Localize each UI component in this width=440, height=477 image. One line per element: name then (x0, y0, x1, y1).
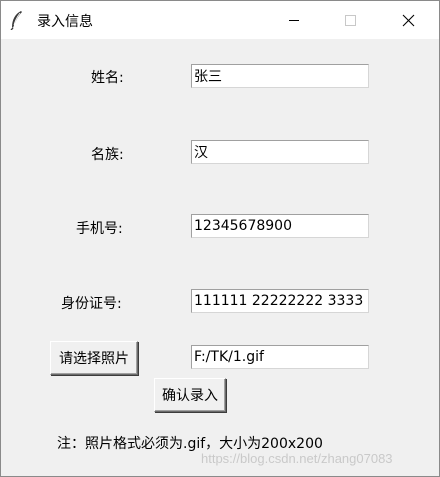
ethnicity-field[interactable] (191, 140, 369, 164)
watermark: https://blog.csdn.net/zhang07083 (201, 451, 393, 466)
name-field[interactable] (191, 64, 369, 88)
photo-format-note: 注：照片格式必须为.gif，大小为200x200 (57, 436, 323, 452)
confirm-button[interactable]: 确认录入 (154, 378, 226, 412)
phone-label: 手机号: (76, 221, 123, 237)
id-number-field[interactable] (191, 289, 369, 313)
id-number-label: 身份证号: (61, 296, 122, 312)
ethnicity-label: 名族: (91, 147, 124, 163)
minimize-button[interactable] (271, 1, 317, 39)
app-window: 录入信息 姓名: 名族: 手机号: 身份证号: 请选择照片 确认录入 (0, 0, 440, 477)
title-bar[interactable]: 录入信息 (1, 1, 439, 39)
choose-photo-button[interactable]: 请选择照片 (50, 341, 138, 375)
close-button[interactable] (385, 1, 431, 39)
minimize-icon (289, 20, 299, 21)
maximize-icon (345, 15, 356, 26)
photo-path-field[interactable] (191, 345, 369, 369)
window-title: 录入信息 (37, 14, 93, 30)
maximize-button[interactable] (327, 1, 373, 39)
close-icon (402, 14, 415, 27)
feather-icon (9, 10, 25, 31)
phone-field[interactable] (191, 214, 369, 238)
name-label: 姓名: (91, 70, 124, 86)
